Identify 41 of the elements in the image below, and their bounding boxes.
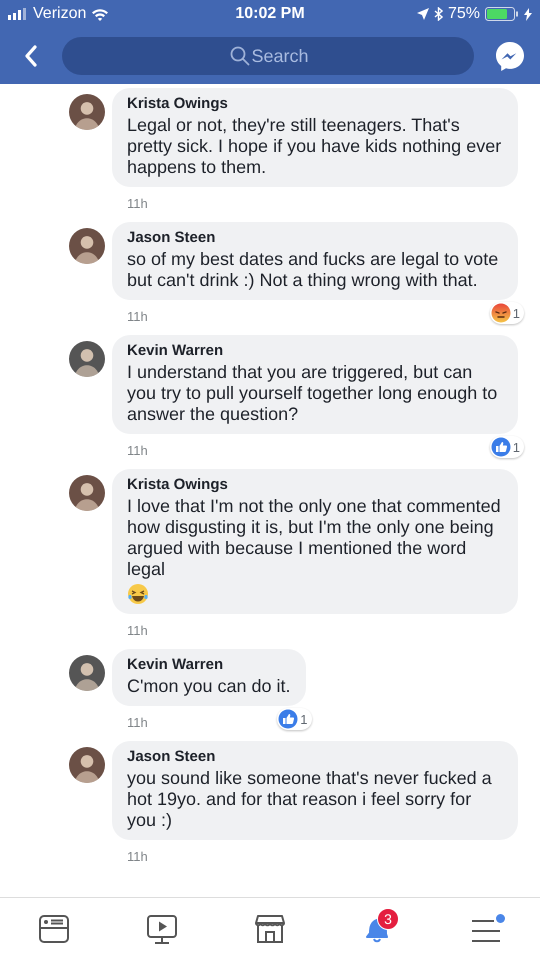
author-name[interactable]: Kevin Warren — [127, 656, 291, 674]
comment-time: 11h — [127, 196, 148, 211]
clock: 10:02 PM — [235, 5, 305, 23]
author-name[interactable]: Kevin Warren — [127, 342, 503, 360]
author-name[interactable]: Jason Steen — [127, 229, 503, 247]
comment-time: 11h — [127, 849, 148, 864]
comment-time: 11h — [127, 309, 148, 324]
comment-text: Legal or not, they're still teenagers. That's pretty sick. I hope if you have kids nothing ever happens to them. — [127, 115, 502, 177]
messenger-button[interactable] — [494, 40, 526, 72]
reaction-badge[interactable]: 1 — [490, 436, 524, 458]
signal-icon — [8, 8, 28, 20]
battery-percent: 75% — [448, 5, 480, 23]
search-icon — [230, 46, 250, 66]
author-name[interactable]: Krista Owings — [127, 476, 503, 494]
comment-time: 11h — [127, 443, 148, 458]
wifi-icon — [91, 8, 110, 20]
author-name[interactable]: Krista Owings — [127, 95, 503, 113]
author-name[interactable]: Jason Steen — [127, 748, 503, 766]
location-icon — [416, 8, 429, 20]
comment-text: you sound like someone that's never fucked a hot 19yo. and for that reason i feel sorry for you :) — [127, 768, 492, 830]
news-feed-tab[interactable] — [37, 912, 71, 946]
comment-text: I love that I'm not the only one that commented how disgusting it is, but I'm the only one being argued with because I mentioned the word legal — [127, 496, 501, 579]
comment-text: C'mon you can do it. — [127, 676, 291, 696]
comment-time: 11h — [127, 623, 148, 638]
laughing-emoji-icon — [127, 583, 149, 605]
search-field[interactable]: Search — [62, 37, 474, 75]
notification-count-badge: 3 — [377, 908, 399, 930]
angry-face-icon — [490, 303, 511, 323]
bluetooth-icon — [434, 7, 443, 21]
comment-text: I understand that you are triggered, but can you try to pull yourself together long enough to answer the question? — [127, 362, 498, 424]
video-tab[interactable] — [145, 912, 179, 946]
marketplace-tab[interactable] — [253, 912, 287, 946]
reaction-badge[interactable]: 1 — [490, 302, 524, 324]
thumbs-up-icon — [490, 437, 511, 457]
charging-icon — [524, 8, 532, 20]
comment-time: 11h — [127, 715, 148, 730]
carrier-name: Verizon — [33, 5, 86, 23]
reaction-badge[interactable]: 1 — [277, 708, 312, 730]
comment-text: so of my best dates and fucks are legal to vote but can't drink :) Not a thing wrong with that. — [127, 249, 498, 290]
thumbs-up-icon — [278, 709, 298, 729]
battery-icon — [485, 7, 519, 21]
